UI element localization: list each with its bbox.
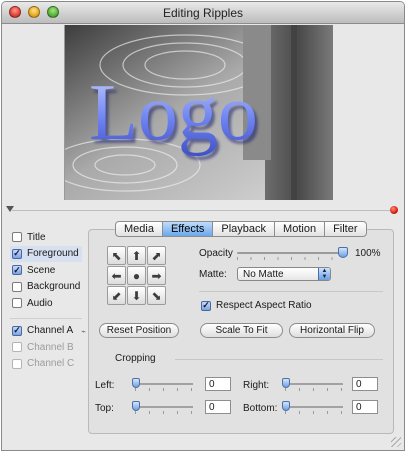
respect-aspect-ratio-checkbox[interactable]: ✓ xyxy=(201,300,211,311)
layer-label: Title xyxy=(27,231,46,243)
opacity-slider-thumb[interactable] xyxy=(338,247,348,258)
center-dot-icon[interactable]: ● xyxy=(127,266,146,285)
layer-checkbox-title[interactable] xyxy=(12,232,22,242)
chevron-updown-icon: ▲ ▼ xyxy=(318,268,330,280)
channel-checkbox-c xyxy=(12,358,22,369)
arrow-up-left-icon[interactable]: ⬉ xyxy=(107,246,126,265)
layer-checkbox-foreground[interactable]: ✓ xyxy=(12,248,22,259)
reset-position-button[interactable]: Reset Position xyxy=(99,323,179,338)
matte-label: Matte: xyxy=(199,269,227,280)
horizontal-flip-button[interactable]: Horizontal Flip xyxy=(289,323,375,338)
tab-media[interactable]: Media xyxy=(115,221,163,237)
cropping-divider xyxy=(175,359,383,360)
respect-aspect-ratio-option[interactable]: ✓ Respect Aspect Ratio xyxy=(201,300,312,311)
layer-checkbox-background[interactable] xyxy=(12,281,22,292)
crop-right-slider-ticks xyxy=(285,388,343,391)
crop-bottom-slider-track[interactable] xyxy=(285,406,343,408)
channel-label: Channel C xyxy=(27,358,75,369)
crop-right-label: Right: xyxy=(243,380,270,391)
layer-checkbox-scene[interactable]: ✓ xyxy=(12,265,22,275)
cropping-label: Cropping xyxy=(115,353,156,364)
tab-effects[interactable]: Effects xyxy=(162,221,214,237)
crop-right-slider-thumb[interactable] xyxy=(282,378,290,388)
red-dot-icon xyxy=(390,206,398,214)
crop-left-label: Left: xyxy=(95,380,115,391)
window-title: Editing Ripples xyxy=(162,6,244,20)
channel-checkbox-a[interactable]: ✓ xyxy=(12,325,22,336)
channel-label: Channel A xyxy=(27,325,74,336)
tab-filter[interactable]: Filter xyxy=(325,221,367,237)
layer-separator xyxy=(10,317,82,319)
opacity-value: 100% xyxy=(355,248,381,259)
editing-window: Editing Ripples Logo Logo Title ✓ Foregr… xyxy=(1,1,405,451)
channel-checkbox-b xyxy=(12,342,22,352)
respect-aspect-ratio-label: Respect Aspect Ratio xyxy=(216,300,312,311)
split-divider[interactable] xyxy=(2,206,404,214)
channel-label: Channel B xyxy=(27,341,74,353)
pin-icon: ⌁ xyxy=(81,326,86,336)
arrow-down-left-icon[interactable]: ⬋ xyxy=(107,286,126,305)
crop-bottom-slider-ticks xyxy=(285,411,343,414)
tab-playback[interactable]: Playback xyxy=(213,221,276,237)
position-pad: ⬉ ⬆ ⬈ ⬅ ● ➡ ⬋ ⬇ ⬊ xyxy=(107,246,166,305)
inspector-tabs: Media Effects Playback Motion Filter xyxy=(115,221,367,237)
channel-item-a[interactable]: ✓ Channel A ⌁ xyxy=(10,323,86,339)
layer-label: Scene xyxy=(27,264,56,276)
divider-line xyxy=(12,210,390,211)
crop-top-slider-thumb[interactable] xyxy=(132,401,140,411)
arrow-up-icon[interactable]: ⬆ xyxy=(127,246,146,265)
crop-bottom-field[interactable]: 0 xyxy=(352,400,378,414)
preview-image: Logo Logo xyxy=(49,25,333,200)
layer-item-title[interactable]: Title xyxy=(10,229,82,245)
layer-label: Foreground xyxy=(27,248,79,259)
layer-item-audio[interactable]: Audio xyxy=(10,295,82,311)
preview-logo-text: Logo xyxy=(89,69,258,157)
crop-top-label: Top: xyxy=(95,403,114,414)
crop-top-field[interactable]: 0 xyxy=(205,400,231,414)
crop-left-field[interactable]: 0 xyxy=(205,377,231,391)
arrow-right-icon[interactable]: ➡ xyxy=(147,266,166,285)
opacity-label: Opacity xyxy=(199,248,233,259)
video-preview: Logo Logo xyxy=(49,25,333,200)
matte-select[interactable]: No Matte ▲ ▼ xyxy=(237,267,331,281)
title-bar: Editing Ripples xyxy=(2,2,404,24)
layer-item-foreground[interactable]: ✓ Foreground xyxy=(10,245,82,262)
crop-left-slider-ticks xyxy=(135,388,193,391)
tab-motion[interactable]: Motion xyxy=(275,221,326,237)
crop-top-slider-track[interactable] xyxy=(135,406,193,408)
arrow-left-icon[interactable]: ⬅ xyxy=(107,266,126,285)
opacity-slider-track[interactable] xyxy=(237,252,345,254)
arrow-down-icon[interactable]: ⬇ xyxy=(127,286,146,305)
crop-right-slider-track[interactable] xyxy=(285,383,343,385)
crop-top-slider-ticks xyxy=(135,411,193,414)
opacity-slider-ticks xyxy=(237,257,345,260)
effects-panel: ⬉ ⬆ ⬈ ⬅ ● ➡ ⬋ ⬇ ⬊ Opacity 100% Matte: No… xyxy=(88,229,394,434)
triangle-down-icon[interactable] xyxy=(6,206,14,212)
matte-select-value: No Matte xyxy=(243,268,284,280)
layer-item-scene[interactable]: ✓ Scene xyxy=(10,262,82,278)
section-divider xyxy=(199,291,383,292)
arrow-down-right-icon[interactable]: ⬊ xyxy=(147,286,166,305)
crop-bottom-label: Bottom: xyxy=(243,403,278,414)
layer-item-background[interactable]: Background xyxy=(10,279,82,295)
arrow-up-right-icon[interactable]: ⬈ xyxy=(147,246,166,265)
scale-to-fit-button[interactable]: Scale To Fit xyxy=(200,323,283,338)
crop-right-field[interactable]: 0 xyxy=(352,377,378,391)
layer-label: Audio xyxy=(27,297,53,309)
channel-item-c: Channel C xyxy=(10,356,82,372)
crop-bottom-slider-thumb[interactable] xyxy=(282,401,290,411)
layer-label: Background xyxy=(27,281,81,292)
layer-checkbox-audio[interactable] xyxy=(12,298,22,308)
resize-grip-icon[interactable] xyxy=(391,437,401,447)
crop-left-slider-thumb[interactable] xyxy=(132,378,140,388)
channel-item-b: Channel B xyxy=(10,339,82,355)
layer-list: Title ✓ Foreground ✓ Scene Background Au… xyxy=(10,229,86,372)
crop-left-slider-track[interactable] xyxy=(135,383,193,385)
